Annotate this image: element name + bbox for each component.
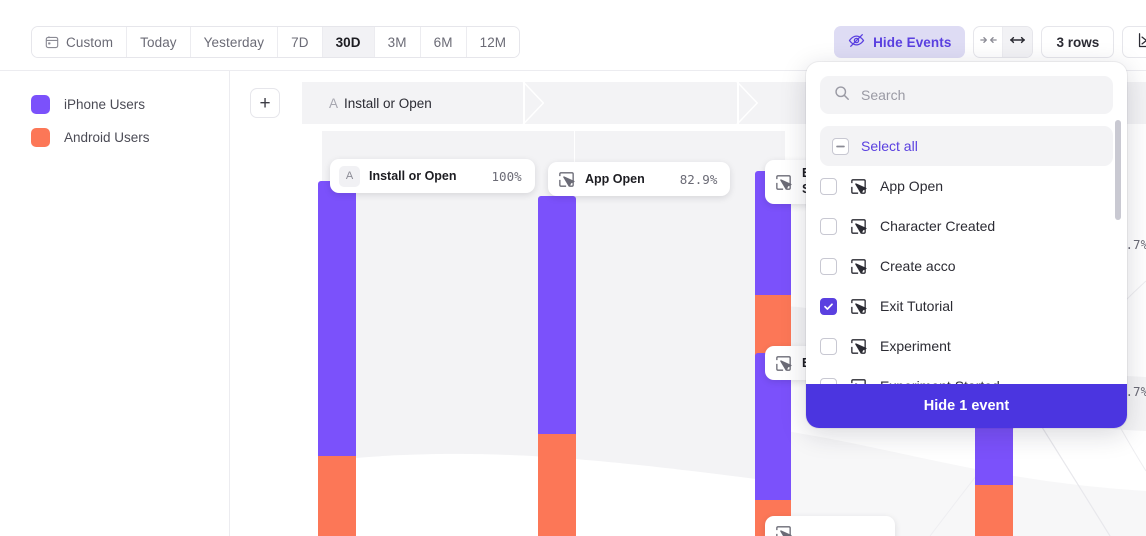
width-toggle-group[interactable] (973, 26, 1034, 58)
eye-off-icon (848, 32, 865, 52)
step-card-2-name: App Open (585, 172, 645, 186)
event-row-create-acco[interactable]: Create acco (806, 246, 1127, 286)
event-cursor-icon (849, 257, 868, 276)
step-card-2-percent: 82.9% (679, 171, 718, 187)
rows-count-label: 3 rows (1056, 34, 1100, 50)
calendar-icon (45, 35, 59, 49)
step-card-install-or-open[interactable]: A Install or Open 100% (330, 159, 535, 193)
hide-events-dropdown: Search Select all App Open Character Cre… (806, 62, 1127, 428)
bar-exit-tutorial-row2[interactable] (755, 353, 791, 536)
step-card-1-name: Install or Open (369, 169, 457, 183)
date-range-today[interactable]: Today (127, 27, 191, 57)
bar-step4-row1[interactable] (975, 423, 1013, 536)
expand-horizontal-icon (1009, 33, 1026, 51)
step-card-row3[interactable] (765, 516, 895, 536)
series-legend: iPhone Users Android Users (0, 71, 229, 147)
hide-events-confirm-button[interactable]: Hide 1 event (806, 384, 1127, 428)
left-sidebar: iPhone Users Android Users (0, 71, 230, 536)
event-cursor-icon (849, 177, 868, 196)
date-range-today-label: Today (140, 34, 177, 50)
add-step-button[interactable]: + (250, 88, 280, 118)
hide-events-confirm-label: Hide 1 event (923, 398, 1010, 414)
event-row-experiment[interactable]: Experiment (806, 326, 1127, 366)
event-search-placeholder: Search (861, 87, 906, 103)
date-range-custom[interactable]: Custom (32, 27, 128, 57)
date-range-6m[interactable]: 6M (420, 27, 467, 57)
event-checkbox-create-acco[interactable] (820, 257, 837, 275)
event-list: Select all App Open Character Created Cr… (806, 126, 1127, 393)
search-icon (834, 85, 850, 106)
event-cursor-icon (849, 297, 868, 316)
date-range-30d-label: 30D (335, 34, 361, 50)
bar-install-or-open[interactable] (318, 181, 356, 536)
metric-selector-button[interactable]: U (1122, 26, 1146, 58)
line-chart-icon (1137, 32, 1146, 52)
event-label-app-open: App Open (880, 178, 944, 194)
legend-item-iphone-users[interactable]: iPhone Users (31, 95, 229, 114)
legend-label-android: Android Users (64, 130, 150, 145)
date-range-12m[interactable]: 12M (466, 27, 520, 57)
event-label-character-created: Character Created (880, 218, 996, 234)
date-range-30d[interactable]: 30D (322, 27, 375, 57)
event-cursor-icon (774, 354, 793, 373)
date-range-12m-label: 12M (479, 34, 507, 50)
event-cursor-icon (849, 217, 868, 236)
event-row-app-open[interactable]: App Open (806, 166, 1127, 206)
step-card-1-percent: 100% (491, 168, 522, 184)
select-all-label: Select all (861, 138, 918, 154)
breadcrumb-step-1-key: A (329, 95, 339, 111)
event-cursor-icon (774, 524, 793, 536)
rows-count-button[interactable]: 3 rows (1041, 26, 1115, 58)
step-card-app-open[interactable]: App Open 82.9% (548, 162, 731, 196)
collapse-horizontal-button[interactable] (974, 27, 1004, 57)
event-cursor-icon (849, 337, 868, 356)
hide-events-label: Hide Events (873, 34, 952, 50)
date-range-7d[interactable]: 7D (278, 27, 323, 57)
event-checkbox-exit-tutorial[interactable] (820, 297, 837, 315)
event-row-exit-tutorial[interactable]: Exit Tutorial (806, 286, 1127, 326)
date-range-custom-label: Custom (66, 34, 114, 50)
event-cursor-icon (557, 170, 576, 189)
breadcrumb-step-2[interactable] (525, 82, 738, 124)
event-cursor-icon (774, 173, 793, 192)
legend-swatch-android (31, 128, 50, 147)
event-checkbox-character-created[interactable] (820, 217, 837, 235)
event-row-character-created[interactable]: Character Created (806, 206, 1127, 246)
event-checkbox-app-open[interactable] (820, 177, 837, 195)
plus-icon: + (259, 92, 271, 114)
legend-item-android-users[interactable]: Android Users (31, 128, 229, 147)
event-search-field[interactable]: Search (820, 76, 1113, 114)
date-range-3m-label: 3M (387, 34, 407, 50)
breadcrumb-step-1-label: Install or Open (344, 95, 432, 111)
date-range-yesterday[interactable]: Yesterday (190, 27, 279, 57)
dropdown-scrollbar[interactable] (1115, 120, 1121, 220)
event-checkbox-experiment[interactable] (820, 337, 837, 355)
top-toolbar: Custom Today Yesterday 7D 30D 3M 6M 12M (0, 0, 1146, 71)
date-range-7d-label: 7D (291, 34, 309, 50)
select-all-checkbox[interactable] (832, 137, 849, 155)
bar-app-open[interactable] (538, 196, 576, 536)
badge-a-icon: A (339, 165, 360, 187)
expand-horizontal-button[interactable] (1003, 27, 1033, 57)
date-range-3m[interactable]: 3M (374, 27, 421, 57)
toolbar-right-controls: Hide Events 3 rows (834, 26, 1146, 58)
legend-swatch-iphone (31, 95, 50, 114)
date-range-yesterday-label: Yesterday (203, 34, 265, 50)
date-range-segmented-control[interactable]: Custom Today Yesterday 7D 30D 3M 6M 12M (31, 26, 521, 58)
event-label-exit-tutorial: Exit Tutorial (880, 298, 954, 314)
select-all-row[interactable]: Select all (820, 126, 1113, 166)
app-root: Custom Today Yesterday 7D 30D 3M 6M 12M (0, 0, 1146, 536)
breadcrumb-step-1[interactable]: A Install or Open (302, 82, 524, 124)
date-range-6m-label: 6M (433, 34, 453, 50)
hide-events-button[interactable]: Hide Events (834, 26, 966, 58)
event-label-experiment: Experiment (880, 338, 951, 354)
event-label-create-acco: Create acco (880, 258, 956, 274)
collapse-horizontal-icon (980, 33, 997, 51)
legend-label-iphone: iPhone Users (64, 97, 146, 112)
